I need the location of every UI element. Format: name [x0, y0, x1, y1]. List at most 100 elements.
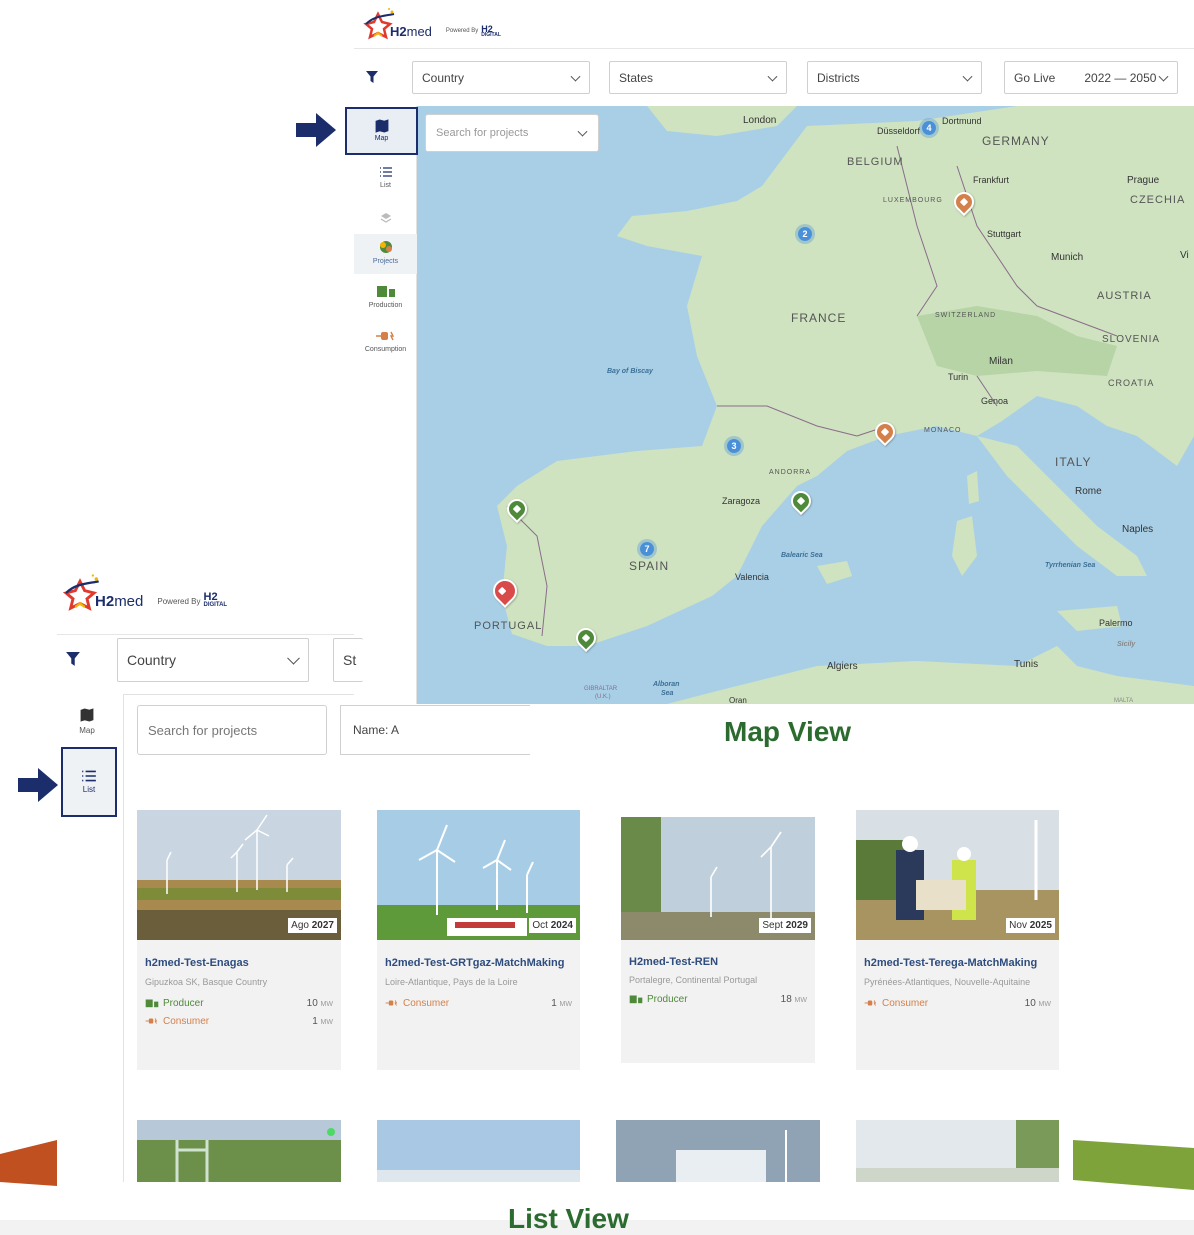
arrow-right-icon [296, 113, 336, 147]
country-label: PORTUGAL [474, 620, 543, 632]
sea-label: Tyrrhenian Sea [1045, 562, 1096, 569]
map-sidebar: Map List Projects Production Consumption [354, 106, 417, 704]
list-filter-bar: Country St [57, 634, 363, 694]
sidebar-item-consumption[interactable]: Consumption [354, 330, 417, 353]
decorative-swoosh [1073, 1140, 1194, 1190]
map-search-input[interactable]: Search for projects [425, 114, 599, 152]
h2med-star-logo-icon [360, 6, 396, 42]
project-card[interactable]: Nov 2025 h2med-Test-Terega-MatchMaking P… [856, 810, 1059, 1070]
city-label: Palermo [1099, 618, 1133, 628]
country-label: CROATIA [1108, 378, 1155, 388]
map-button-highlight[interactable]: Map [345, 107, 418, 155]
year-range: 2022 — 2050 [1084, 70, 1157, 85]
go-live-date-badge: Ago 2027 [288, 918, 337, 933]
sea-label: Balearic Sea [781, 552, 823, 559]
go-live-select[interactable]: Go Live 2022 — 2050 [1004, 61, 1178, 94]
brand-name: H2med [390, 23, 432, 39]
list-button-highlight[interactable]: List [61, 747, 117, 817]
powered-by: Powered By H2 DIGITAL [157, 591, 228, 609]
consumption-icon [145, 1018, 158, 1025]
go-live-date-badge: Sept 2029 [759, 918, 811, 933]
map-view-caption: Map View [724, 716, 852, 747]
consumption-icon [375, 331, 394, 341]
arrow-right-icon [18, 768, 58, 802]
map-land-shapes [497, 106, 1194, 704]
map-icon [375, 119, 388, 133]
project-cluster-marker[interactable]: 4 [919, 118, 939, 138]
funnel-filter-icon[interactable] [66, 652, 80, 667]
states-select[interactable]: States [609, 61, 787, 94]
sidebar-item-production[interactable]: Production [354, 284, 417, 309]
project-cluster-marker[interactable]: 7 [637, 539, 657, 559]
producer-row: Producer 10 MW [145, 998, 333, 1009]
sidebar-item-label: Consumption [364, 346, 407, 353]
project-cluster-marker[interactable]: 2 [795, 224, 815, 244]
sea-label: Alboran [653, 681, 680, 688]
country-label: MONACO [924, 427, 962, 434]
city-label: Rome [1075, 486, 1102, 497]
country-label: SLOVENIA [1102, 334, 1161, 345]
consumption-icon [385, 1000, 398, 1007]
sidebar-item-label: List [82, 785, 96, 794]
city-label: Oran [729, 696, 747, 704]
sidebar-item-label: Map [374, 135, 389, 142]
city-label: Valencia [735, 572, 769, 582]
producer-row: Producer 18 MW [629, 994, 807, 1005]
h2med-star-logo-icon [59, 572, 101, 614]
country-label: SPAIN [629, 559, 670, 573]
city-label: Stuttgart [987, 229, 1022, 239]
territory-label: (U.K.) [595, 694, 611, 700]
project-card-thumbnail[interactable] [137, 1120, 341, 1182]
city-label: Turin [948, 372, 969, 382]
h2med-logo: H2med Powered By H2 DIGITAL [59, 572, 227, 614]
project-card-thumbnail[interactable] [377, 1120, 580, 1182]
divider [124, 694, 354, 695]
project-cluster-marker[interactable]: 3 [724, 436, 744, 456]
country-select[interactable]: Country [412, 61, 590, 94]
project-location: Pyrénées-Atlantiques, Nouvelle-Aquitaine [864, 977, 1031, 987]
project-title: H2med-Test-REN [629, 956, 719, 968]
go-live-date-badge: Nov 2025 [1006, 918, 1055, 933]
production-icon [629, 995, 643, 1004]
sidebar-item-label: Production [368, 302, 403, 309]
layers-icon [380, 213, 391, 223]
chevron-down-icon [570, 71, 581, 82]
sort-select[interactable]: Name: A [340, 705, 530, 755]
city-label: Prague [1127, 175, 1160, 186]
list-icon [379, 167, 392, 177]
city-label: Düsseldorf [877, 126, 921, 136]
project-card[interactable]: Oct 2024 h2med-Test-GRTgaz-MatchMaking L… [377, 810, 580, 1070]
city-label: Tunis [1014, 659, 1039, 670]
country-select[interactable]: Country [117, 638, 309, 682]
list-icon [82, 770, 96, 782]
project-title: h2med-Test-Terega-MatchMaking [864, 957, 1038, 969]
europe-map[interactable]: Search for projects GERMANY BELGIUM CZEC… [417, 106, 1194, 704]
country-label: MALTA [1114, 698, 1134, 704]
project-card[interactable]: Ago 2027 h2med-Test-Enagas Gipuzkoa SK, … [137, 810, 341, 1070]
project-card[interactable]: Sept 2029 H2med-Test-REN Portalegre, Con… [621, 817, 815, 1063]
project-card-thumbnail[interactable] [856, 1120, 1059, 1182]
project-card-thumbnail[interactable] [616, 1120, 820, 1182]
country-label: GERMANY [982, 134, 1050, 148]
sidebar-item-layers[interactable] [354, 212, 417, 226]
brand-name: H2med [95, 592, 144, 610]
country-label: AUSTRIA [1097, 290, 1152, 302]
sidebar-item-list[interactable]: List [354, 166, 417, 189]
districts-select[interactable]: Districts [807, 61, 982, 94]
states-select[interactable]: St [333, 638, 363, 682]
sidebar-item-map[interactable]: Map [57, 708, 117, 735]
h2-digital-logo-icon: H2 DIGITAL [203, 591, 228, 609]
project-title: h2med-Test-Enagas [145, 957, 249, 969]
consumption-icon [864, 1000, 877, 1007]
country-label: FRANCE [791, 311, 847, 325]
city-label: Dortmund [942, 116, 982, 126]
decorative-swoosh [0, 1140, 57, 1186]
h2med-logo: H2med Powered By H2 DIGITAL [360, 6, 501, 42]
map-filter-bar: Country States Districts Go Live 2022 — … [354, 48, 1194, 106]
list-search-input[interactable]: Search for projects [137, 705, 327, 755]
city-label: London [743, 115, 777, 126]
sidebar-item-label: Projects [372, 258, 399, 265]
sidebar-item-projects[interactable]: Projects [354, 234, 417, 274]
consumer-row: Consumer 1 MW [385, 998, 572, 1009]
funnel-filter-icon[interactable] [366, 71, 378, 84]
